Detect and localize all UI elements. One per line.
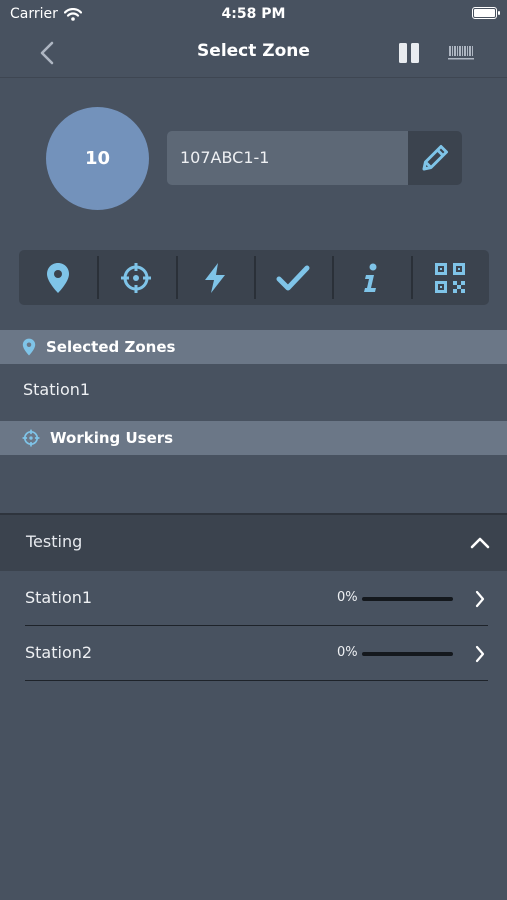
chevron-right-icon[interactable] <box>474 589 486 609</box>
station-progress-bar <box>362 597 453 601</box>
station-name: Station1 <box>25 588 93 607</box>
working-users-header: Working Users <box>0 421 507 455</box>
tool-location[interactable] <box>19 250 97 305</box>
zone-number: 10 <box>84 148 111 169</box>
station-progress-bar <box>362 652 453 656</box>
barcode-icon[interactable] <box>448 44 474 62</box>
qr-code-icon <box>434 262 465 293</box>
tool-qr[interactable] <box>410 250 489 305</box>
page-title: Select Zone <box>197 41 310 61</box>
crosshair-icon <box>121 262 152 293</box>
station-row[interactable]: Station2 0% <box>25 626 488 681</box>
tool-lightning[interactable] <box>175 250 254 305</box>
tool-info[interactable] <box>332 250 410 305</box>
chevron-up-icon[interactable] <box>470 535 490 551</box>
group-title: Testing <box>26 532 83 551</box>
checkmark-icon <box>276 265 310 290</box>
navigation-bar: Select Zone <box>0 28 507 78</box>
chevron-right-icon[interactable] <box>474 644 486 664</box>
zone-number-badge: 10 <box>46 107 149 210</box>
location-pin-icon <box>22 338 36 356</box>
device-id-value: 107ABC1-1 <box>180 148 270 167</box>
lightning-icon <box>204 262 225 293</box>
selected-zones-title: Selected Zones <box>46 338 176 356</box>
selected-zones-header: Selected Zones <box>0 330 507 364</box>
station-row[interactable]: Station1 0% <box>25 571 488 626</box>
working-users-title: Working Users <box>50 429 174 447</box>
group-header-testing[interactable]: Testing <box>0 515 507 571</box>
status-time: 4:58 PM <box>221 6 286 22</box>
selected-zone-item: Station1 <box>23 380 91 399</box>
location-pin-icon <box>47 262 70 293</box>
battery-icon <box>472 7 500 19</box>
crosshair-icon <box>22 429 40 447</box>
info-icon <box>364 263 377 292</box>
status-bar: Carrier 4:58 PM <box>0 0 507 28</box>
station-name: Station2 <box>25 643 93 662</box>
action-toolbar <box>19 250 489 305</box>
station-progress-label: 0% <box>337 590 358 605</box>
tool-crosshair[interactable] <box>97 250 175 305</box>
edit-button[interactable] <box>408 131 462 185</box>
tool-check[interactable] <box>253 250 332 305</box>
pencil-icon <box>422 145 448 171</box>
pause-icon[interactable] <box>398 42 420 64</box>
station-progress-label: 0% <box>337 645 358 660</box>
device-id-field[interactable]: 107ABC1-1 <box>167 131 408 185</box>
